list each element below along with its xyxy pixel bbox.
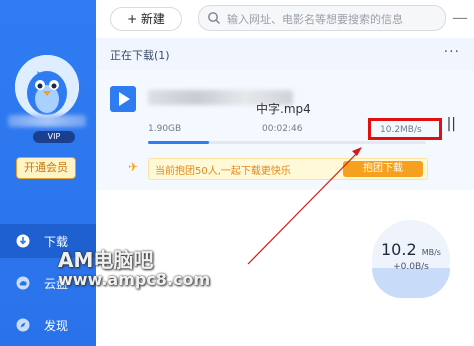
sidebar: VIP 开通会员 下载 云盘 发现 [0,0,96,346]
open-vip-button[interactable]: 开通会员 [16,157,76,179]
search-icon [208,12,220,24]
group-download-button[interactable]: 抱团下载 [343,161,423,177]
speed-gauge: 10.2 MB/s +0.0B/s [372,220,450,298]
minimize-button[interactable]: — [452,8,468,27]
sidebar-item-label: 发现 [44,319,69,333]
more-options-icon[interactable]: ··· [444,44,460,60]
download-progress-bar [148,141,426,144]
gauge-wave [372,268,450,298]
new-task-button[interactable]: + 新建 [110,7,182,31]
gauge-value-row: 10.2 MB/s [372,240,450,259]
video-file-icon[interactable] [110,86,136,112]
gauge-upload-speed: +0.0B/s [393,262,429,272]
file-size: 1.90GB [148,124,182,134]
compass-icon [16,318,30,332]
cloud-icon [16,276,30,290]
toolbar: + 新建 输入网址、电影名等想要搜索的信息 — [96,0,474,38]
remaining-time: 00:02:46 [262,124,303,134]
file-name-suffix: 中字.mp4 [256,102,311,116]
username-blurred [8,115,86,127]
download-icon [16,234,30,248]
search-input[interactable]: 输入网址、电影名等想要搜索的信息 [198,5,446,31]
pause-icon[interactable]: || [447,116,456,132]
search-placeholder: 输入网址、电影名等想要搜索的信息 [227,13,403,26]
sidebar-item-discover[interactable]: 发现 [0,308,96,342]
download-panel: 正在下载(1) ··· || 中字.mp4 1.90GB 00:02:46 10… [96,38,474,346]
group-download-text: 当前抱团50人,一起下载更快乐 [155,166,291,177]
downloading-header: 正在下载(1) ··· [96,38,474,70]
gauge-unit: MB/s [421,248,441,257]
speed-highlight-box [368,118,442,140]
vip-badge: VIP [33,131,75,143]
penguin-avatar-icon [15,55,79,119]
progress-fill [148,141,210,144]
watermark-url: www.ampc8.com [58,270,211,289]
group-download-icon: ✈ [128,160,139,174]
group-download-banner: 当前抱团50人,一起下载更快乐 抱团下载 [148,158,428,180]
downloading-title: 正在下载(1) [110,49,170,62]
gauge-value: 10.2 [381,240,417,259]
watermark-title: AM电脑吧 [58,248,154,272]
avatar[interactable] [15,55,79,119]
